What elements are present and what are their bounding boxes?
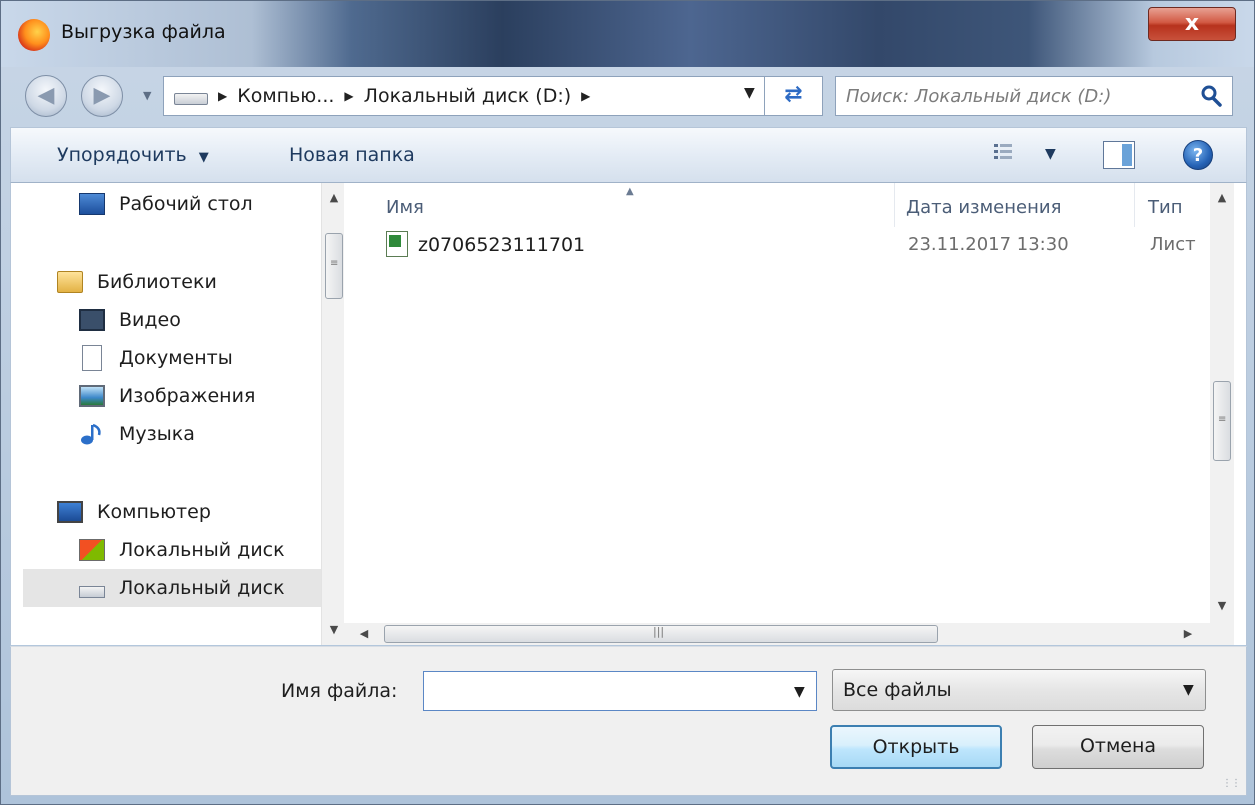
scrollbar-thumb[interactable]: ≡ [1213,381,1231,461]
scrollbar-thumb[interactable]: ||| [384,625,938,643]
scroll-down-icon[interactable]: ▼ [322,619,346,641]
grip-icon: ≡ [1218,414,1227,425]
file-list-pane: ▲ Имя Дата изменения Тип z0706523111701 … [344,183,1247,645]
sidebar-item-label: Локальный диск [119,577,285,599]
forward-arrow-icon: ▶ [93,83,111,108]
file-type-select[interactable]: Все файлы ▼ [832,669,1206,711]
file-type: Лист [1150,234,1196,255]
back-button[interactable]: ◀ [25,75,67,117]
sidebar-item-label: Музыка [119,423,195,445]
file-date: 23.11.2017 13:30 [908,234,1069,255]
grip-icon: ≡ [330,258,339,269]
refresh-icon: ⇄ [784,82,803,107]
organize-label: Упорядочить [57,144,187,166]
grip-icon: ||| [653,625,665,638]
filename-combobox[interactable]: ▼ [423,671,817,711]
drive-icon [174,93,208,105]
address-row: ◀ ▶ ▼ ▶ Компью... ▶ Локальный диск (D:) … [1,67,1254,125]
refresh-button[interactable]: ⇄ [764,77,822,115]
title-bar[interactable]: Выгрузка файла x [1,1,1254,67]
preview-pane-icon[interactable] [1103,141,1135,169]
breadcrumb-item-drive[interactable]: Локальный диск (D:) [364,85,572,107]
breadcrumb[interactable]: ▶ Компью... ▶ Локальный диск (D:) ▶ ▼ ⇄ [163,76,823,116]
history-dropdown-icon[interactable]: ▼ [143,89,151,102]
chevron-right-icon[interactable]: ▶ [218,89,227,103]
forward-button[interactable]: ▶ [81,75,123,117]
scroll-right-icon[interactable]: ▶ [1176,623,1200,645]
documents-icon [82,345,102,371]
chevron-right-icon[interactable]: ▶ [344,89,353,103]
file-name: z0706523111701 [418,234,586,256]
file-row[interactable]: z0706523111701 23.11.2017 13:30 Лист [374,227,1214,263]
computer-icon [57,501,83,523]
search-input[interactable] [846,83,1176,109]
file-list-vertical-scrollbar[interactable]: ▲ ≡ ▼ [1210,183,1234,623]
libraries-icon [57,271,83,293]
window-title: Выгрузка файла [61,21,226,43]
scroll-left-icon[interactable]: ◀ [352,623,376,645]
column-header-name[interactable]: Имя [386,183,424,229]
sidebar-item-label: Библиотеки [97,271,217,293]
column-header-type[interactable]: Тип [1148,183,1182,229]
sidebar-item-label: Изображения [119,385,256,407]
organize-button[interactable]: Упорядочить ▼ [57,144,209,166]
chevron-down-icon: ▼ [1183,682,1194,698]
sidebar-item-label: Локальный диск [119,539,285,561]
resize-grip-icon[interactable]: ⋮⋮ [1222,778,1241,789]
system-drive-icon [79,539,105,561]
drive-icon [79,586,105,598]
column-divider[interactable] [894,183,895,227]
scroll-down-icon[interactable]: ▼ [1210,595,1234,617]
dialog-footer: Имя файла: ▼ Все файлы ▼ Открыть Отмена … [10,646,1247,796]
desktop-icon [79,193,105,215]
music-icon [81,423,101,445]
address-dropdown-icon[interactable]: ▼ [744,85,755,101]
scroll-up-icon[interactable]: ▲ [322,187,346,209]
sort-ascending-icon: ▲ [626,186,634,197]
open-button[interactable]: Открыть [830,725,1002,769]
back-arrow-icon: ◀ [37,83,55,108]
firefox-icon [18,19,50,51]
scrollbar-thumb[interactable]: ≡ [325,233,343,299]
file-type-value: Все файлы [843,679,952,701]
search-box[interactable] [835,76,1233,116]
scroll-up-icon[interactable]: ▲ [1210,187,1234,209]
new-folder-button[interactable]: Новая папка [289,144,415,166]
nav-scrollbar[interactable]: ▲ ≡ ▼ [321,183,345,645]
video-icon [79,309,105,331]
sidebar-item-drive-d[interactable]: Локальный диск [23,569,321,607]
filename-field[interactable] [430,678,770,704]
cancel-button[interactable]: Отмена [1032,725,1204,769]
sidebar-item-label: Рабочий стол [119,193,253,215]
command-toolbar: Упорядочить ▼ Новая папка ▼ ? [10,127,1247,183]
sidebar-item-label: Видео [119,309,181,331]
help-icon[interactable]: ? [1183,140,1213,170]
navigation-pane: Рабочий стол Библиотеки Видео Документы … [10,183,345,645]
filename-label: Имя файла: [281,680,398,702]
search-icon[interactable] [1198,83,1224,109]
breadcrumb-item-computer[interactable]: Компью... [237,85,334,107]
excel-file-icon [386,231,408,257]
file-list-horizontal-scrollbar[interactable]: ◀ ||| ▶ [344,623,1234,645]
sidebar-item-libraries[interactable]: Библиотеки [57,263,357,301]
file-dialog-window: Выгрузка файла x ◀ ▶ ▼ ▶ Компью... ▶ Лок… [0,0,1255,805]
sidebar-item-label: Компьютер [97,501,211,523]
column-divider[interactable] [1134,183,1135,227]
views-icon[interactable] [993,142,1015,164]
pictures-icon [79,385,105,407]
sidebar-item-label: Документы [119,347,233,369]
column-header-date[interactable]: Дата изменения [906,183,1061,229]
sidebar-item-computer[interactable]: Компьютер [57,493,357,531]
views-dropdown-icon[interactable]: ▼ [1045,146,1056,162]
chevron-right-icon[interactable]: ▶ [581,89,590,103]
chevron-down-icon: ▼ [198,150,209,165]
chevron-down-icon[interactable]: ▼ [794,684,805,700]
close-button[interactable]: x [1148,7,1236,41]
